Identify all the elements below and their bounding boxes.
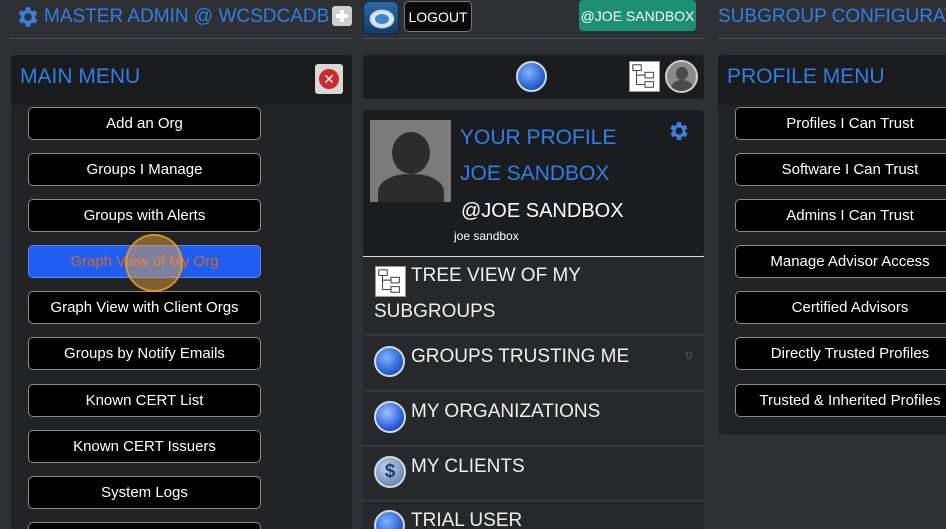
main-menu-header: MAIN MENU ✕ <box>11 55 352 105</box>
user-badge[interactable]: @JOE SANDBOX <box>579 0 696 31</box>
add-org-button[interactable]: Add an Org <box>28 107 261 140</box>
logout-button[interactable]: LOGOUT <box>404 1 472 32</box>
trusted-inherited-profiles-button[interactable]: Trusted & Inherited Profiles <box>735 384 946 417</box>
list-item-label: TREE VIEW OF MY <box>411 265 581 286</box>
divider <box>718 38 946 39</box>
my-organizations-item[interactable]: MY ORGANIZATIONS <box>363 392 704 446</box>
main-menu-panel: MAIN MENU ✕ Add an Org Groups I Manage G… <box>11 55 352 529</box>
list-item-label: GROUPS TRUSTING ME <box>411 346 630 367</box>
list-item-label: TRIAL USER <box>411 510 523 529</box>
graph-view-my-org-button[interactable]: Graph View of My Org <box>28 245 261 278</box>
list-item-label: MY ORGANIZATIONS <box>411 401 601 422</box>
close-button[interactable]: ✕ <box>315 64 343 94</box>
manage-advisor-access-button[interactable]: Manage Advisor Access <box>735 245 946 278</box>
known-cert-list-button[interactable]: Known CERT List <box>28 384 261 417</box>
profile-menu-title: PROFILE MENU <box>727 65 885 88</box>
list-item-label: MY CLIENTS <box>411 456 525 477</box>
groups-trusting-me-item[interactable]: GROUPS TRUSTING ME 0 <box>363 336 704 391</box>
cloud-icon <box>369 9 395 29</box>
admins-i-can-trust-button[interactable]: Admins I Can Trust <box>735 199 946 232</box>
avatar[interactable] <box>665 60 698 93</box>
certified-advisors-button[interactable]: Certified Advisors <box>735 291 946 324</box>
count-badge: 0 <box>685 350 692 362</box>
profile-photo <box>370 120 451 202</box>
divider <box>10 38 352 39</box>
profile-name: JOE SANDBOX <box>460 162 610 185</box>
groups-with-alerts-button[interactable]: Groups with Alerts <box>28 199 261 232</box>
profile-menu-header: PROFILE MENU <box>718 55 946 105</box>
profile-settings-gear-icon[interactable] <box>666 119 690 143</box>
groups-by-notify-emails-button[interactable]: Groups by Notify Emails <box>28 337 261 370</box>
known-cert-issuers-button[interactable]: Known CERT Issuers <box>28 430 261 463</box>
trial-user-item[interactable]: TRIAL USER <box>363 502 704 529</box>
tree-view-icon[interactable] <box>629 61 660 92</box>
profile-menu-panel: PROFILE MENU Profiles I Can Trust Softwa… <box>718 55 946 435</box>
tree-view-subgroups-item[interactable]: TREE VIEW OF MY SUBGROUPS <box>363 257 704 335</box>
system-logs-button[interactable]: System Logs <box>28 476 261 509</box>
graph-view-client-orgs-button[interactable]: Graph View with Client Orgs <box>28 291 261 324</box>
organization-icon <box>374 401 406 433</box>
middle-toolbar <box>363 55 704 99</box>
my-clients-item[interactable]: $ MY CLIENTS <box>363 447 704 501</box>
divider <box>363 38 704 39</box>
gear-icon[interactable] <box>14 4 40 30</box>
profiles-i-can-trust-button[interactable]: Profiles I Can Trust <box>735 107 946 140</box>
software-i-can-trust-button[interactable]: Software I Can Trust <box>735 153 946 186</box>
subgroup-config-title[interactable]: SUBGROUP CONFIGURATIO <box>718 6 946 28</box>
dollar-icon: $ <box>374 456 406 488</box>
groups-icon[interactable] <box>516 61 547 92</box>
tree-view-icon <box>375 266 406 297</box>
directly-trusted-profiles-button[interactable]: Directly Trusted Profiles <box>735 337 946 370</box>
profile-card: YOUR PROFILE JOE SANDBOX @JOE SANDBOX jo… <box>363 110 704 256</box>
groups-icon <box>374 510 405 529</box>
list-item-label: SUBGROUPS <box>374 301 496 322</box>
close-icon: ✕ <box>319 69 339 89</box>
your-profile-heading: YOUR PROFILE <box>460 126 617 149</box>
profile-handle: @JOE SANDBOX <box>461 200 624 222</box>
groups-icon <box>374 346 405 377</box>
main-menu-title: MAIN MENU <box>20 65 141 88</box>
profile-username: joe sandbox <box>454 229 519 243</box>
groups-i-manage-button[interactable]: Groups I Manage <box>28 153 261 186</box>
add-icon[interactable] <box>332 6 352 26</box>
master-admin-title[interactable]: MASTER ADMIN @ WCSDCADB <box>44 6 329 28</box>
cloud-home-button[interactable] <box>363 1 399 35</box>
menu-button-partial[interactable] <box>28 522 261 529</box>
